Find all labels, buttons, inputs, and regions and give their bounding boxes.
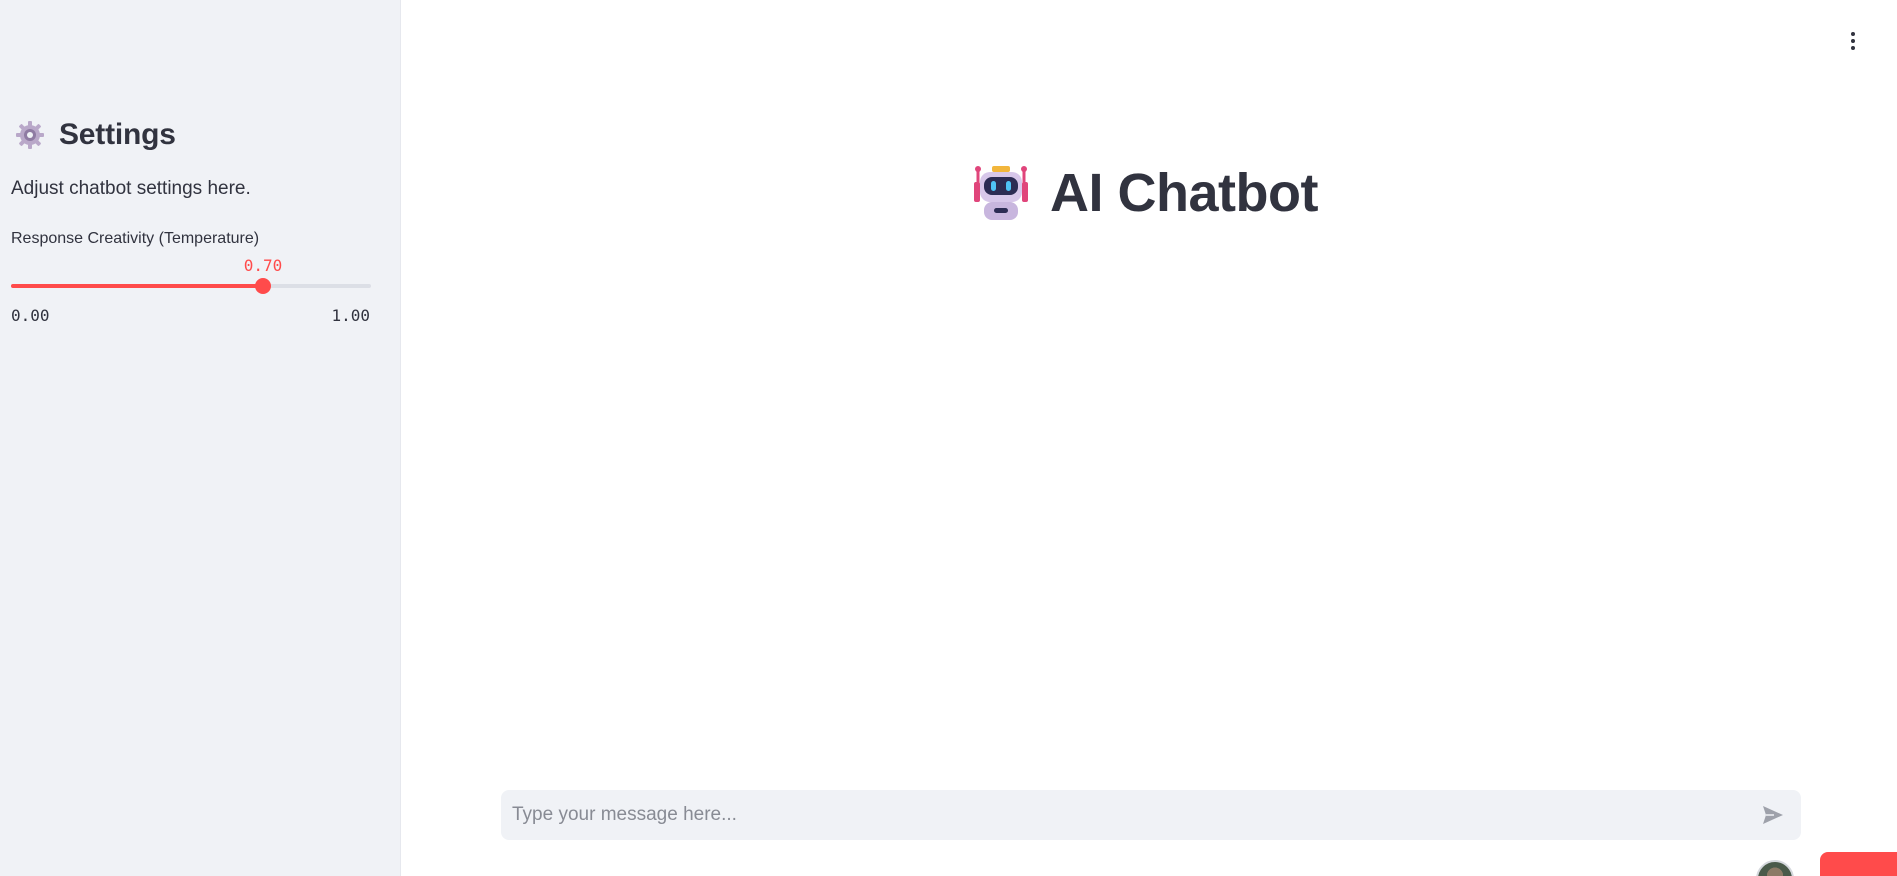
slider-value: 0.70 bbox=[243, 256, 283, 275]
page-title-text: AI Chatbot bbox=[1050, 163, 1318, 223]
slider-fill bbox=[11, 284, 263, 288]
sidebar-description: Adjust chatbot settings here. bbox=[11, 178, 251, 199]
avatar[interactable] bbox=[1756, 860, 1794, 876]
slider-thumb[interactable] bbox=[255, 278, 271, 294]
sidebar-title: Settings bbox=[59, 118, 176, 151]
main-menu-button[interactable] bbox=[1836, 26, 1870, 56]
send-icon bbox=[1763, 806, 1783, 824]
chat-input-bar bbox=[501, 790, 1801, 840]
robot-icon bbox=[974, 166, 1028, 220]
app-root: Settings Adjust chatbot settings here. R… bbox=[0, 0, 1897, 876]
gear-icon bbox=[16, 121, 44, 149]
slider-max-label: 1.00 bbox=[331, 306, 370, 325]
vertical-dots-icon bbox=[1851, 32, 1855, 36]
slider-track[interactable] bbox=[11, 278, 371, 294]
slider-label: Response Creativity (Temperature) bbox=[11, 230, 260, 247]
send-button[interactable] bbox=[1751, 793, 1795, 837]
chat-input[interactable] bbox=[501, 790, 1751, 840]
page-title: AI Chatbot bbox=[972, 162, 1318, 224]
deploy-button[interactable] bbox=[1820, 852, 1897, 876]
sidebar-heading: Settings bbox=[14, 118, 176, 152]
slider-min-label: 0.00 bbox=[11, 306, 50, 325]
sidebar: Settings Adjust chatbot settings here. R… bbox=[0, 0, 401, 876]
